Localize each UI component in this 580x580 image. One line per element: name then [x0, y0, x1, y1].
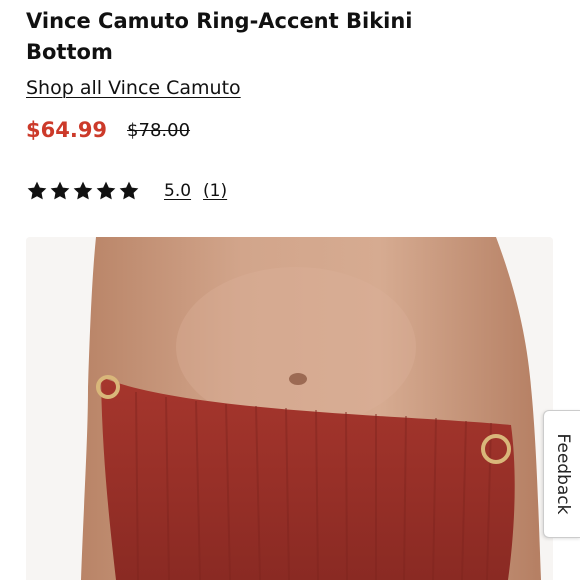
product-title: Vince Camuto Ring-Accent Bikini Bottom [26, 9, 413, 64]
feedback-tab[interactable]: Feedback [543, 410, 580, 538]
star-rating [26, 180, 140, 202]
star-icon [73, 181, 93, 200]
star-icon [50, 181, 70, 200]
star-icon [119, 181, 139, 200]
product-photo [26, 237, 553, 580]
shop-all-brand-link[interactable]: Shop all Vince Camuto [26, 75, 241, 101]
rating-row[interactable]: 5.0 (1) [26, 176, 227, 206]
star-icon [27, 181, 47, 200]
product-page: Vince Camuto Ring-Accent Bikini Bottom S… [0, 0, 580, 580]
product-image[interactable] [26, 237, 553, 580]
rating-value-link[interactable]: 5.0 [164, 181, 191, 201]
feedback-label: Feedback [552, 433, 573, 515]
original-price: $78.00 [127, 119, 191, 141]
sale-price: $64.99 [26, 118, 108, 142]
star-icon [96, 181, 116, 200]
price-row: $64.99 $78.00 [26, 115, 190, 145]
review-count-link[interactable]: (1) [203, 181, 227, 201]
